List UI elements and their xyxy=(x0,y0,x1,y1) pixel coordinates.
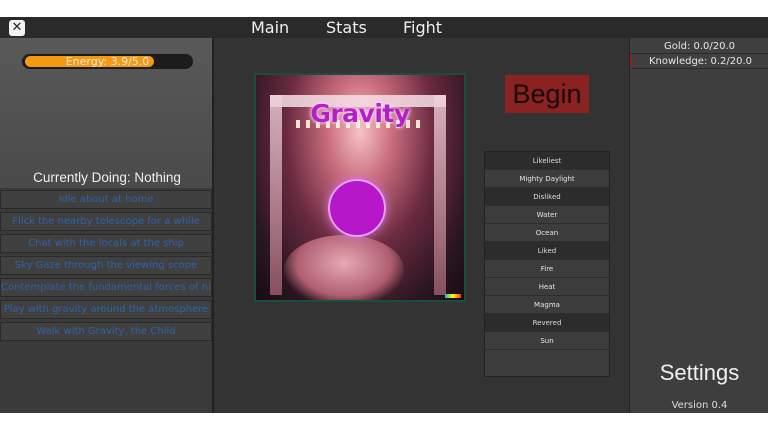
currently-doing-label: Currently Doing: Nothing xyxy=(33,170,181,185)
begin-button[interactable]: Begin xyxy=(505,75,589,113)
close-icon[interactable]: ✕ xyxy=(9,20,25,36)
tab-fight[interactable]: Fight xyxy=(403,17,442,38)
game-window: ✕ Main Stats Fight Energy: 3.9/5.0 Curre… xyxy=(0,17,768,413)
task-button[interactable]: Sky Gaze through the viewing scope xyxy=(0,256,212,275)
right-panel: Gold: 0.0/20.0 Knowledge: 0.2/20.0 Setti… xyxy=(629,38,768,413)
preferences-list: Likeliest Mighty Daylight Disliked Water… xyxy=(484,151,610,377)
task-button[interactable]: Idle about at home xyxy=(0,190,212,209)
tab-stats[interactable]: Stats xyxy=(326,17,367,38)
pref-item: Sun xyxy=(485,332,609,350)
energy-label: Energy: 3.9/5.0 xyxy=(65,55,150,68)
settings-button[interactable]: Settings xyxy=(630,360,768,386)
task-button[interactable]: Walk with Gravity, the Child xyxy=(0,322,212,341)
card-corner-badge xyxy=(445,294,461,298)
pref-item: Heat xyxy=(485,278,609,296)
knowledge-counter: Knowledge: 0.2/20.0 xyxy=(630,54,768,69)
pref-header-liked: Liked xyxy=(485,242,609,260)
pref-item: Magma xyxy=(485,296,609,314)
top-bar: ✕ Main Stats Fight xyxy=(0,17,768,38)
pref-header-revered: Revered xyxy=(485,314,609,332)
task-button[interactable]: Chat with the locals at the ship xyxy=(0,234,212,253)
task-button[interactable]: Contemplate the fundamental forces of na… xyxy=(0,278,212,297)
gold-counter: Gold: 0.0/20.0 xyxy=(630,39,768,54)
pref-item: Ocean xyxy=(485,224,609,242)
tab-main[interactable]: Main xyxy=(251,17,289,38)
pref-item: Fire xyxy=(485,260,609,278)
task-list: Idle about at home Flick the nearby tele… xyxy=(0,190,212,344)
task-button[interactable]: Flick the nearby telescope for a while xyxy=(0,212,212,231)
card-title: Gravity xyxy=(310,99,410,128)
pref-item: Water xyxy=(485,206,609,224)
pref-header-disliked: Disliked xyxy=(485,188,609,206)
task-button[interactable]: Play with gravity around the atmosphere xyxy=(0,300,212,319)
left-panel-header: Energy: 3.9/5.0 xyxy=(0,38,212,188)
pref-item: Mighty Daylight xyxy=(485,170,609,188)
gravity-orb xyxy=(328,179,386,237)
card-art-hand xyxy=(284,235,404,300)
version-label: Version 0.4 xyxy=(671,400,728,411)
energy-bar: Energy: 3.9/5.0 xyxy=(21,53,194,70)
pref-header-likeliest: Likeliest xyxy=(485,152,609,170)
left-panel: Energy: 3.9/5.0 Currently Doing: Nothing… xyxy=(0,38,214,413)
character-card: Gravity xyxy=(254,73,466,302)
